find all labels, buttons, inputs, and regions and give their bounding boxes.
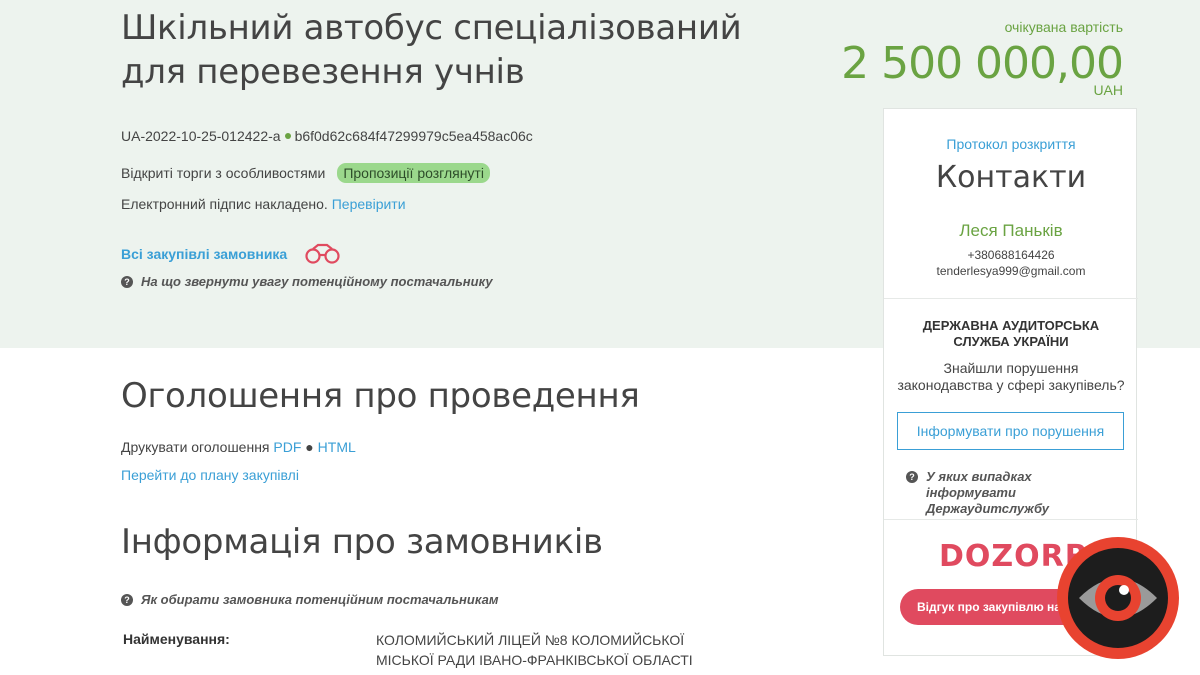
buyer-name-line-1: КОЛОМИЙСЬКИЙ ЛІЦЕЙ №8 КОЛОМИЙСЬКОЇ (376, 632, 685, 648)
print-announcement: Друкувати оголошення PDF ● HTML (121, 439, 356, 455)
announcement-heading: Оголошення про проведення (121, 376, 640, 416)
contact-person: Леся Паньків (959, 221, 1063, 240)
violation-question-line-1: Знайшли порушення (943, 360, 1079, 376)
currency-label: UAH (1093, 82, 1123, 98)
procedure-type-label: Відкриті торги з особливостями (121, 165, 326, 181)
supplier-hint-text: На що звернути увагу потенційному постач… (141, 274, 493, 289)
eye-icon[interactable] (1057, 537, 1179, 659)
buyer-hint-text: Як обирати замовника потенційним постача… (141, 592, 499, 607)
opening-protocol-link[interactable]: Протокол розкриття (884, 136, 1138, 152)
all-buyer-purchases-link[interactable]: Всі закупівлі замовника (121, 246, 287, 262)
buyer-name-line-2: МІСЬКОЇ РАДИ ІВАНО-ФРАНКІВСЬКОЇ ОБЛАСТІ (376, 652, 693, 668)
report-cases-line-1: У яких випадках інформувати (926, 469, 1032, 500)
contact-email: tenderlesya999@gmail.com (936, 264, 1086, 278)
verify-signature-link[interactable]: Перевірити (332, 196, 406, 212)
tender-id-value: UA-2022-10-25-012422-a (121, 128, 281, 144)
print-label: Друкувати оголошення (121, 439, 270, 455)
report-cases-hint[interactable]: ? У яких випадках інформувати Держаудитс… (906, 469, 1116, 517)
all-buyer-purchases: Всі закупівлі замовника (121, 243, 343, 265)
buyer-hint[interactable]: ? Як обирати замовника потенційним поста… (121, 592, 498, 607)
audit-service-title: ДЕРЖАВНА АУДИТОРСЬКА СЛУЖБА УКРАЇНИ (884, 318, 1138, 350)
expected-value: 2 500 000,00 (841, 38, 1124, 89)
buyer-name-label: Найменування: (123, 631, 230, 647)
contact-phone: +380688164426 (967, 248, 1055, 262)
print-pdf-link[interactable]: PDF (273, 439, 301, 455)
question-icon: ? (906, 471, 918, 483)
buyer-name-value: КОЛОМИЙСЬКИЙ ЛІЦЕЙ №8 КОЛОМИЙСЬКОЇ МІСЬК… (376, 630, 696, 670)
title-line-2: для перевезення учнів (121, 52, 525, 92)
procurement-plan-link[interactable]: Перейти до плану закупівлі (121, 467, 299, 483)
print-html-link[interactable]: HTML (318, 439, 356, 455)
violation-question: Знайшли порушення законодавства у сфері … (884, 360, 1138, 394)
question-icon: ? (121, 593, 133, 606)
procedure-type: Відкриті торги з особливостями Пропозиці… (121, 163, 490, 183)
contacts-title: Контакти (935, 160, 1087, 195)
signature-text: Електронний підпис накладено. (121, 196, 328, 212)
report-cases-text: У яких випадках інформувати Держаудитслу… (926, 469, 1116, 517)
report-cases-line-2: Держаудитслужбу (926, 501, 1049, 516)
signature-status: Електронний підпис накладено. Перевірити (121, 196, 406, 212)
title-line-1: Шкільний автобус спеціалізований (121, 8, 742, 48)
tender-hash: b6f0d62c684f47299979c5ea458ac06c (294, 128, 533, 144)
sidebar-divider (884, 298, 1138, 299)
sidebar-divider (884, 519, 1138, 520)
status-badge: Пропозиції розглянуті (337, 163, 490, 183)
tender-id: UA-2022-10-25-012422-a b6f0d62c684f472999… (121, 128, 533, 144)
separator-dot-icon (284, 133, 291, 139)
page-title: Шкільний автобус спеціалізований для пер… (121, 6, 761, 94)
supplier-hint[interactable]: ? На що звернути увагу потенційному пост… (121, 274, 493, 289)
binoculars-icon[interactable] (303, 243, 343, 265)
violation-question-line-2: законодавства у сфері закупівель? (897, 377, 1125, 393)
report-violation-button[interactable]: Інформувати про порушення (897, 412, 1124, 450)
audit-service-line-2: СЛУЖБА УКРАЇНИ (953, 334, 1069, 349)
buyers-heading: Інформація про замовників (121, 522, 603, 562)
print-separator: ● (305, 439, 314, 455)
audit-service-line-1: ДЕРЖАВНА АУДИТОРСЬКА (922, 318, 1100, 333)
expected-value-label: очікувана вартість (1004, 19, 1123, 35)
question-icon: ? (121, 275, 133, 288)
